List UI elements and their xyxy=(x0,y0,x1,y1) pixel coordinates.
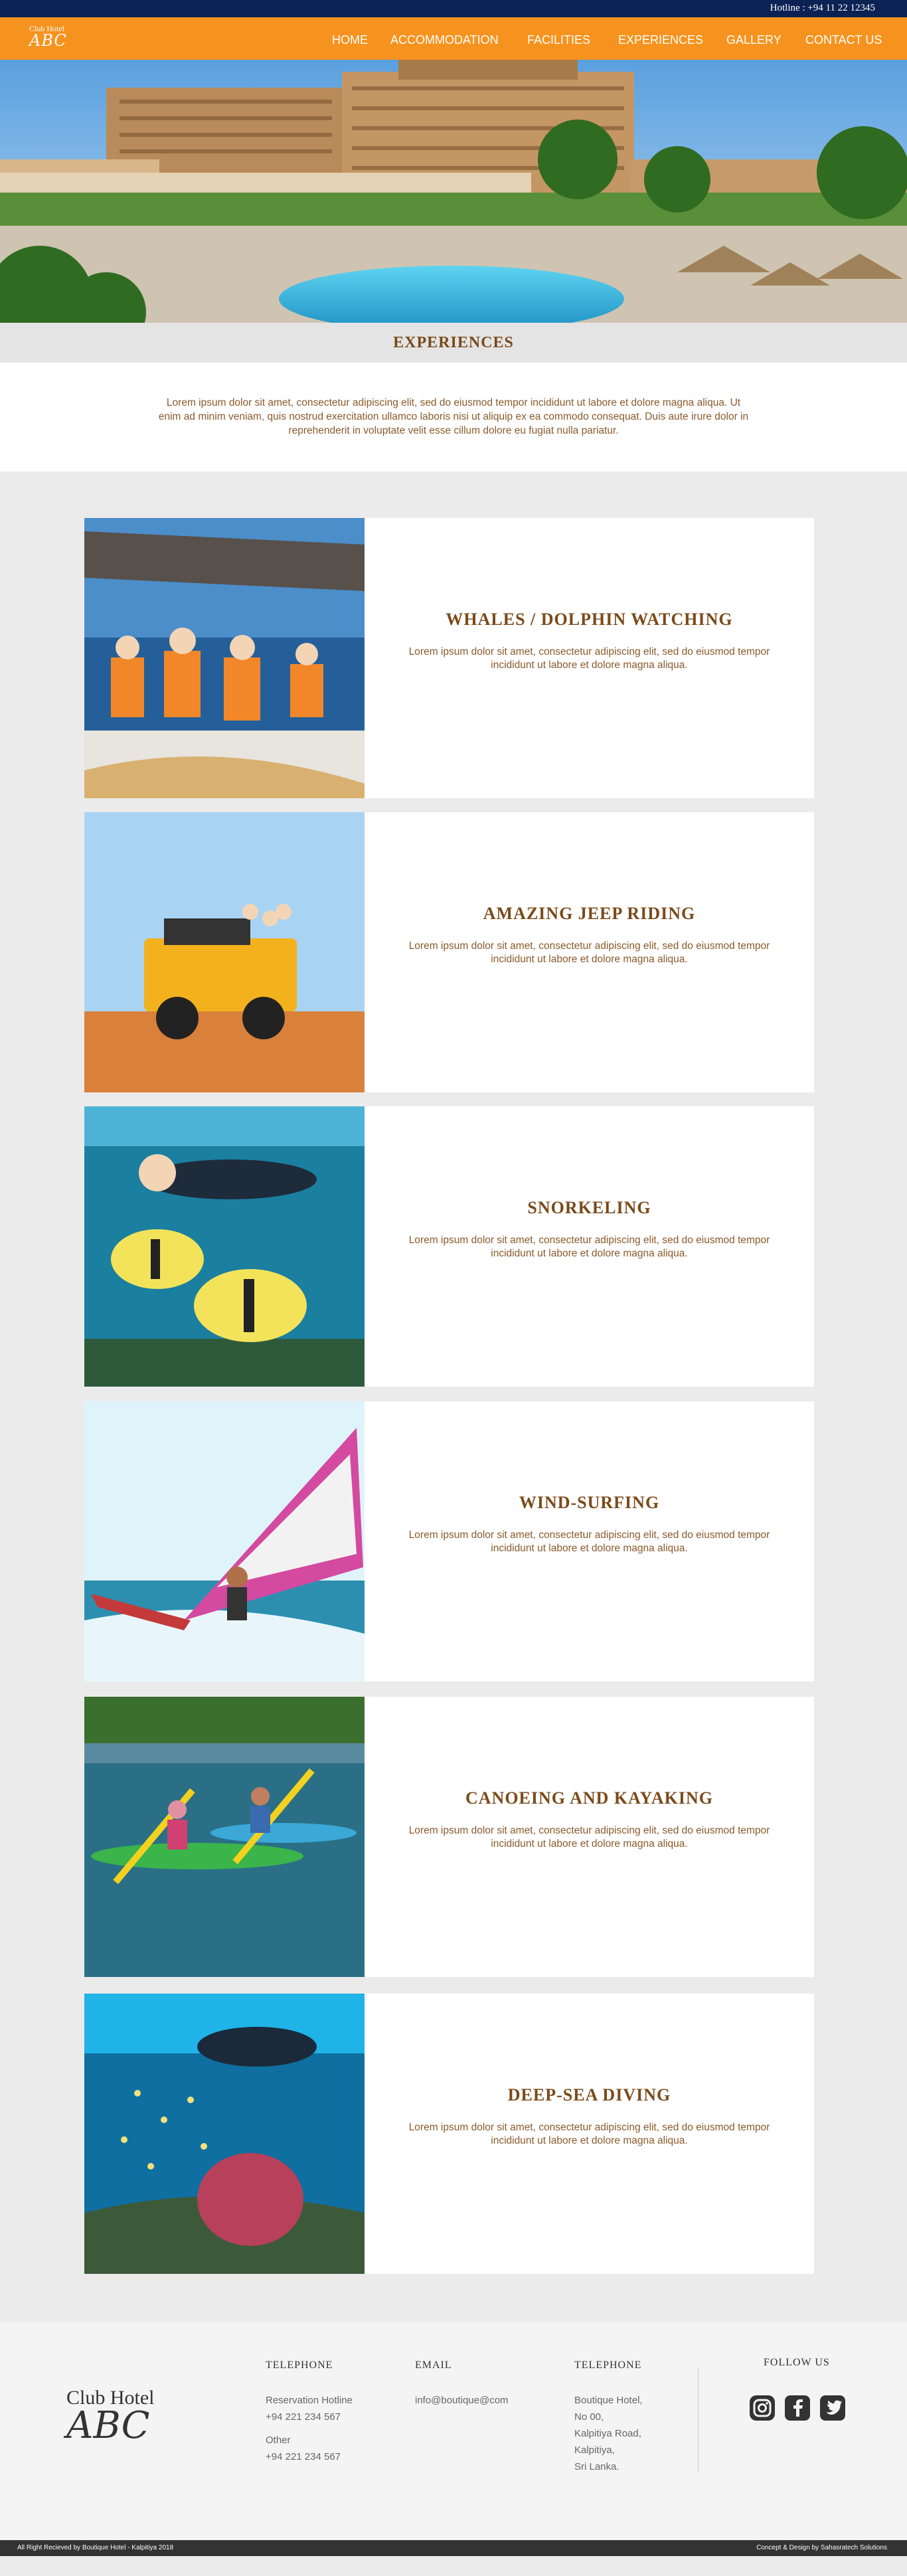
reservation-label: Reservation Hotline xyxy=(266,2395,353,2406)
footer-telephone-heading: TELEPHONE xyxy=(266,2360,333,2371)
experience-card: SNORKELING Lorem ipsum dolor sit amet, c… xyxy=(84,1106,814,1387)
other-number[interactable]: +94 221 234 567 xyxy=(266,2448,353,2465)
intro-section: Lorem ipsum dolor sit amet, consectetur … xyxy=(0,363,907,472)
experience-description: Lorem ipsum dolor sit amet, consectetur … xyxy=(408,2122,770,2146)
experience-title: DEEP-SEA DIVING xyxy=(507,2085,671,2104)
hotline-text: Hotline : +94 11 22 12345 xyxy=(770,3,875,13)
experience-text: DEEP-SEA DIVING Lorem ipsum dolor sit am… xyxy=(365,1994,814,2274)
footer-email-heading: EMAIL xyxy=(415,2360,452,2371)
jeep-riding-photo xyxy=(84,812,365,1092)
copyright-text: All Right Recieved by Boutique Hotel - K… xyxy=(17,2544,174,2551)
address-line: Sri Lanka. xyxy=(574,2461,619,2472)
footer-email-column: EMAIL info@boutique@com xyxy=(415,2357,509,2409)
follow-us-heading: FOLLOW US xyxy=(764,2357,830,2368)
whale-watching-photo xyxy=(84,518,365,798)
experience-text: AMAZING JEEP RIDING Lorem ipsum dolor si… xyxy=(365,812,814,1092)
page-title: EXPERIENCES xyxy=(393,334,514,351)
experience-list: WHALES / DOLPHIN WATCHING Lorem ipsum do… xyxy=(0,472,907,2322)
wind-surfing-photo xyxy=(84,1401,365,1681)
experience-card: WHALES / DOLPHIN WATCHING Lorem ipsum do… xyxy=(84,518,814,798)
experience-title: SNORKELING xyxy=(527,1198,651,1217)
design-credit[interactable]: Concept & Design by Sahasratech Solution… xyxy=(756,2544,887,2551)
experience-card: DEEP-SEA DIVING Lorem ipsum dolor sit am… xyxy=(84,1994,814,2274)
experience-description: Lorem ipsum dolor sit amet, consectetur … xyxy=(408,646,770,671)
reservation-number[interactable]: +94 221 234 567 xyxy=(266,2409,353,2425)
footer-address-column: TELEPHONE Boutique Hotel, No 00, Kalpiti… xyxy=(574,2357,643,2475)
bottom-bar: All Right Recieved by Boutique Hotel - K… xyxy=(0,2540,907,2556)
footer-divider xyxy=(698,2367,699,2472)
address-line: Kalpitiya, xyxy=(574,2445,615,2456)
experience-description: Lorem ipsum dolor sit amet, consectetur … xyxy=(408,1235,770,1259)
experience-text: WHALES / DOLPHIN WATCHING Lorem ipsum do… xyxy=(365,518,814,798)
facebook-icon[interactable] xyxy=(783,2394,811,2422)
address-line: Boutique Hotel, xyxy=(574,2395,643,2406)
footer-telephone-column: TELEPHONE Reservation Hotline +94 221 23… xyxy=(266,2357,353,2465)
experience-title: WIND-SURFING xyxy=(519,1493,660,1512)
nav-home[interactable]: HOME xyxy=(332,33,368,47)
experience-description: Lorem ipsum dolor sit amet, consectetur … xyxy=(408,1825,770,1849)
experience-description: Lorem ipsum dolor sit amet, consectetur … xyxy=(408,1529,770,1554)
twitter-icon[interactable] xyxy=(819,2394,847,2422)
experience-title: WHALES / DOLPHIN WATCHING xyxy=(446,610,733,629)
footer-address-heading: TELEPHONE xyxy=(574,2360,642,2371)
experience-text: WIND-SURFING Lorem ipsum dolor sit amet,… xyxy=(365,1401,814,1681)
experience-description: Lorem ipsum dolor sit amet, consectetur … xyxy=(408,940,770,965)
intro-text: Lorem ipsum dolor sit amet, consectetur … xyxy=(158,397,749,436)
hero-image xyxy=(0,60,907,323)
address-line: No 00, xyxy=(574,2411,604,2423)
logo-line2: ABC xyxy=(29,31,67,50)
experience-title: CANOEING AND KAYAKING xyxy=(465,1788,714,1808)
experience-text: CANOEING AND KAYAKING Lorem ipsum dolor … xyxy=(365,1697,814,1977)
nav-accommodation[interactable]: ACCOMMODATION xyxy=(390,33,499,47)
logo[interactable]: Club Hotel ABC xyxy=(29,24,67,50)
experience-card: AMAZING JEEP RIDING Lorem ipsum dolor si… xyxy=(84,812,814,1092)
address-line: Kalpitiya Road, xyxy=(574,2428,641,2439)
nav-contact-us[interactable]: CONTACT US xyxy=(805,33,882,47)
experience-text: SNORKELING Lorem ipsum dolor sit amet, c… xyxy=(365,1106,814,1387)
snorkeling-photo xyxy=(84,1106,365,1387)
experience-card: WIND-SURFING Lorem ipsum dolor sit amet,… xyxy=(84,1401,814,1681)
other-label: Other xyxy=(266,2435,291,2446)
footer-logo-line2: ABC xyxy=(66,2404,150,2447)
navigation-bar: Club Hotel ABC HOME ACCOMMODATION FACILI… xyxy=(0,17,907,60)
deep-sea-diving-photo xyxy=(84,1994,365,2274)
top-bar: Hotline : +94 11 22 12345 xyxy=(0,0,907,17)
experience-card: CANOEING AND KAYAKING Lorem ipsum dolor … xyxy=(84,1697,814,1977)
footer-logo: Club Hotel ABC xyxy=(66,2387,155,2447)
nav-experiences[interactable]: EXPERIENCES xyxy=(618,33,703,47)
experience-title: AMAZING JEEP RIDING xyxy=(483,904,696,923)
footer-email-link[interactable]: info@boutique@com xyxy=(415,2392,509,2409)
nav-gallery[interactable]: GALLERY xyxy=(726,33,782,47)
instagram-icon[interactable] xyxy=(748,2394,776,2422)
footer: Club Hotel ABC TELEPHONE Reservation Hot… xyxy=(0,2322,907,2540)
kayaking-photo xyxy=(84,1697,365,1977)
section-title-band: EXPERIENCES xyxy=(0,323,907,363)
nav-facilities[interactable]: FACILITIES xyxy=(527,33,590,47)
